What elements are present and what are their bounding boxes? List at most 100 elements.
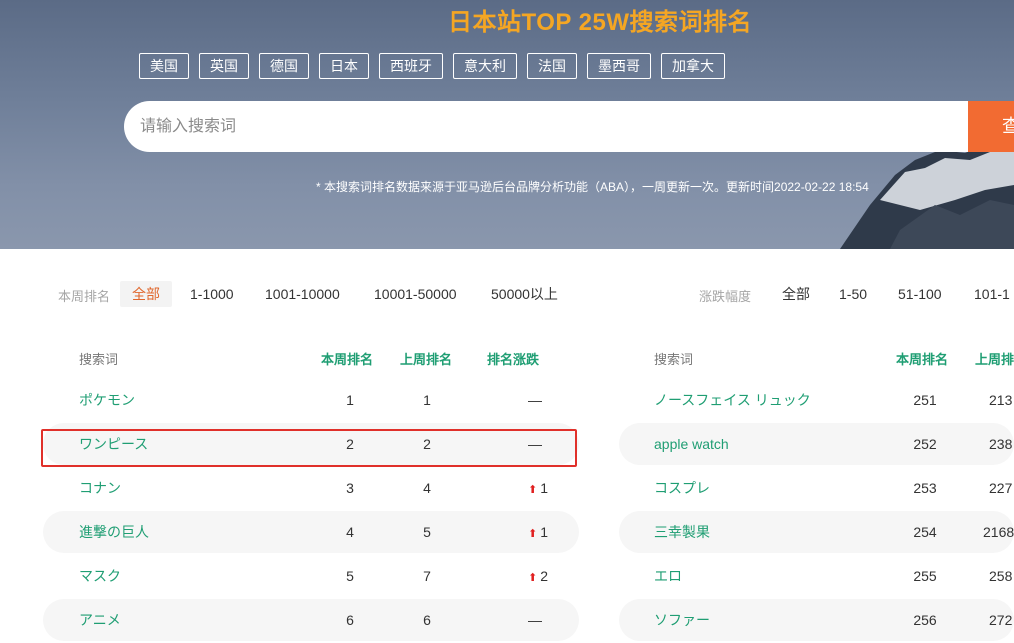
change-value: 1 [540, 524, 548, 540]
change-value: 1 [540, 480, 548, 496]
search-term-link[interactable]: コスプレ [654, 467, 710, 509]
this-week-rank: 255 [913, 568, 937, 584]
rank-filter-10001-50000[interactable]: 10001-50000 [374, 281, 457, 307]
country-tab-es[interactable]: 西班牙 [379, 53, 443, 79]
data-source-note: * 本搜索词排名数据来源于亚马逊后台品牌分析功能（ABA），一周更新一次。更新时… [316, 180, 869, 194]
header-this-week[interactable]: 本周排名 [896, 341, 948, 379]
header-last-week[interactable]: 上周排 [975, 341, 1014, 379]
last-week-rank: 7 [423, 568, 431, 584]
change-filter-101-plus[interactable]: 101-1 [974, 281, 1010, 307]
rank-filter-label: 本周排名 [58, 289, 111, 304]
change-filter-51-100[interactable]: 51-100 [898, 281, 942, 307]
table-row: アニメ 6 6 — [43, 599, 579, 641]
search-term-link[interactable]: エロ [654, 555, 682, 597]
this-week-rank: 2 [346, 436, 354, 452]
last-week-rank: 2168 [983, 524, 1014, 540]
change-filter-label: 涨跌幅度 [699, 289, 752, 304]
last-week-rank: 258 [989, 568, 1013, 584]
table-header: 搜索词 本周排名 上周排 [619, 341, 1014, 379]
table-row: ポケモン 1 1 — [43, 379, 579, 421]
this-week-rank: 1 [346, 392, 354, 408]
filter-bar: 本周排名 全部 1-1000 1001-10000 10001-50000 50… [0, 281, 1014, 307]
page-title: 日本站TOP 25W搜索词排名 [448, 9, 752, 36]
country-tab-us[interactable]: 美国 [139, 53, 189, 79]
search-term-link[interactable]: apple watch [654, 423, 729, 465]
change-value: — [528, 612, 542, 628]
rank-change: ⬆ 1 [508, 467, 568, 511]
table-row: ソファー 256 272 [619, 599, 1014, 641]
header-term: 搜索词 [654, 352, 694, 367]
change-value: — [528, 392, 542, 408]
search-button[interactable]: 查 [968, 101, 1014, 152]
table-row: マスク 5 7 ⬆ 2 [43, 555, 579, 597]
header-this-week[interactable]: 本周排名 [321, 341, 373, 379]
last-week-rank: 6 [423, 612, 431, 628]
search-term-link[interactable]: 進撃の巨人 [79, 511, 149, 553]
country-tab-uk[interactable]: 英国 [199, 53, 249, 79]
country-tab-fr[interactable]: 法国 [527, 53, 577, 79]
up-arrow-icon: ⬆ [527, 528, 538, 540]
rank-filter-1001-10000[interactable]: 1001-10000 [265, 281, 340, 307]
table-row: 進撃の巨人 4 5 ⬆ 1 [43, 511, 579, 553]
table-row: コナン 3 4 ⬆ 1 [43, 467, 579, 509]
change-filter-all[interactable]: 全部 [782, 281, 810, 307]
rank-change: — [505, 423, 565, 465]
search-term-link[interactable]: アニメ [79, 599, 121, 641]
last-week-rank: 1 [423, 392, 431, 408]
change-filter-1-50[interactable]: 1-50 [839, 281, 867, 307]
change-value: 2 [540, 568, 548, 584]
country-tab-ca[interactable]: 加拿大 [661, 53, 725, 79]
search-bar: 查 [124, 101, 1014, 152]
rank-change: ⬆ 1 [508, 511, 568, 555]
this-week-rank: 6 [346, 612, 354, 628]
table-row: エロ 255 258 [619, 555, 1014, 597]
hero-banner: 日本站TOP 25W搜索词排名 美国 英国 德国 日本 西班牙 意大利 法国 墨… [0, 0, 1014, 249]
this-week-rank: 5 [346, 568, 354, 584]
search-term-link[interactable]: ワンピース [79, 423, 148, 465]
search-term-link[interactable]: コナン [79, 467, 121, 509]
rank-change: — [505, 379, 565, 421]
last-week-rank: 5 [423, 524, 431, 540]
header-term: 搜索词 [79, 352, 119, 367]
last-week-rank: 213 [989, 392, 1013, 408]
country-tabs: 美国 英国 德国 日本 西班牙 意大利 法国 墨西哥 加拿大 [139, 53, 725, 79]
search-term-link[interactable]: ソファー [654, 599, 710, 641]
header-last-week[interactable]: 上周排名 [400, 341, 452, 379]
rank-filter-50000-plus[interactable]: 50000以上 [491, 281, 558, 307]
up-arrow-icon: ⬆ [527, 484, 538, 496]
table-row: ノースフェイス リュック 251 213 [619, 379, 1014, 421]
search-term-link[interactable]: ポケモン [79, 379, 135, 421]
up-arrow-icon: ⬆ [527, 572, 538, 584]
table-row: apple watch 252 238 [619, 423, 1014, 465]
last-week-rank: 227 [989, 480, 1013, 496]
this-week-rank: 253 [913, 480, 937, 496]
search-term-link[interactable]: 三幸製果 [654, 511, 710, 553]
this-week-rank: 254 [913, 524, 937, 540]
table-row: コスプレ 253 227 [619, 467, 1014, 509]
search-input[interactable] [124, 101, 964, 152]
rank-filter-1-1000[interactable]: 1-1000 [190, 281, 234, 307]
country-tab-mx[interactable]: 墨西哥 [587, 53, 651, 79]
last-week-rank: 238 [989, 436, 1013, 452]
this-week-rank: 256 [913, 612, 937, 628]
last-week-rank: 272 [989, 612, 1013, 628]
table-header: 搜索词 本周排名 上周排名 排名涨跌 [43, 341, 579, 379]
last-week-rank: 4 [423, 480, 431, 496]
country-tab-de[interactable]: 德国 [259, 53, 309, 79]
country-tab-it[interactable]: 意大利 [453, 53, 517, 79]
header-change[interactable]: 排名涨跌 [487, 341, 539, 379]
this-week-rank: 252 [913, 436, 937, 452]
last-week-rank: 2 [423, 436, 431, 452]
country-tab-jp[interactable]: 日本 [319, 53, 369, 79]
search-term-link[interactable]: ノースフェイス リュック [654, 379, 811, 421]
this-week-rank: 4 [346, 524, 354, 540]
search-term-link[interactable]: マスク [79, 555, 121, 597]
table-row: ワンピース 2 2 — [43, 423, 579, 465]
rank-change: — [505, 599, 565, 641]
rank-change: ⬆ 2 [508, 555, 568, 599]
table-row: 三幸製果 254 2168 [619, 511, 1014, 553]
change-value: — [528, 436, 542, 452]
this-week-rank: 251 [913, 392, 937, 408]
this-week-rank: 3 [346, 480, 354, 496]
rank-filter-all[interactable]: 全部 [120, 281, 172, 307]
